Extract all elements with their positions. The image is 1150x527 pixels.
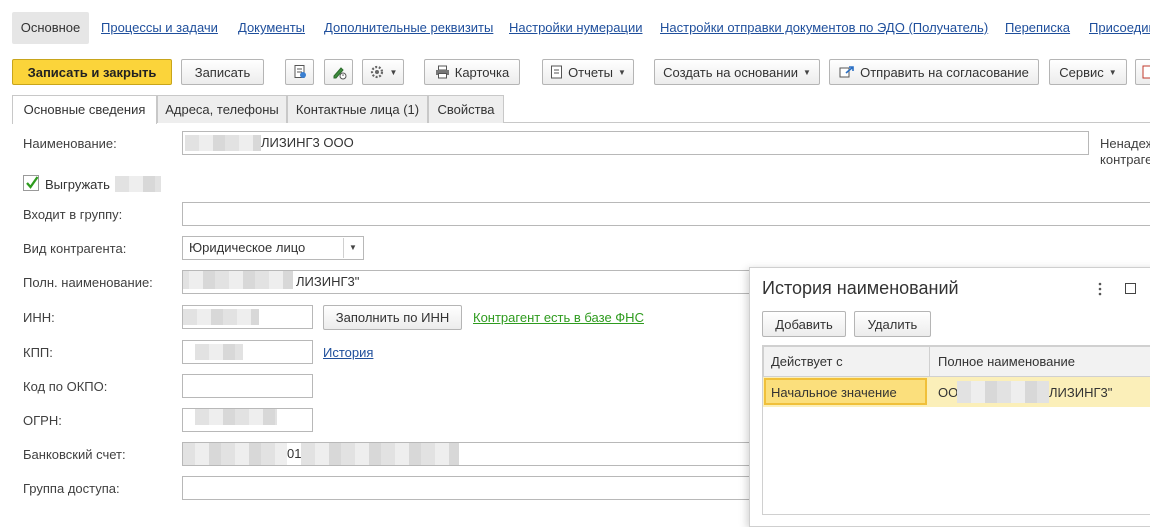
select-divider bbox=[343, 238, 344, 258]
inn-label: ИНН: bbox=[23, 310, 55, 328]
send-for-approval-label: Отправить на согласование bbox=[860, 65, 1029, 80]
fill-by-inn-button[interactable]: Заполнить по ИНН bbox=[323, 305, 462, 330]
service-label: Сервис bbox=[1059, 65, 1104, 80]
chevron-down-icon[interactable]: ▼ bbox=[349, 237, 357, 259]
redacted-area bbox=[957, 381, 1049, 403]
bank-account-label: Банковский счет: bbox=[23, 447, 126, 465]
redacted-area bbox=[182, 270, 293, 289]
save-and-close-button[interactable]: Записать и закрыть bbox=[12, 59, 172, 85]
tab-properties[interactable]: Свойства bbox=[428, 95, 504, 123]
card-label: Карточка bbox=[455, 65, 509, 80]
redacted-area bbox=[182, 442, 287, 466]
okpo-label: Код по ОКПО: bbox=[23, 379, 107, 397]
tab-main-info[interactable]: Основные сведения bbox=[12, 95, 157, 124]
send-arrow-icon bbox=[839, 65, 855, 79]
inn-field[interactable] bbox=[182, 305, 313, 329]
group-label: Входит в группу: bbox=[23, 207, 122, 225]
group-field[interactable] bbox=[182, 202, 1150, 226]
redacted-area bbox=[195, 409, 277, 425]
chevron-down-icon: ▼ bbox=[618, 68, 626, 77]
unreliable-note-line1: Ненадеж bbox=[1100, 136, 1150, 151]
fill-by-inn-label: Заполнить по ИНН bbox=[336, 310, 449, 325]
chevron-down-icon: ▼ bbox=[803, 68, 811, 77]
nav-link-edo-settings[interactable]: Настройки отправки документов по ЭДО (По… bbox=[660, 20, 988, 38]
gear-icon bbox=[369, 64, 385, 80]
export-checkbox[interactable] bbox=[23, 175, 39, 191]
maximize-icon[interactable] bbox=[1125, 283, 1136, 294]
report-icon bbox=[550, 65, 563, 79]
edit-history-button[interactable] bbox=[324, 59, 353, 85]
popup-title: История наименований bbox=[762, 278, 959, 299]
full-name-label: Полн. наименование: bbox=[23, 275, 153, 293]
kpp-field[interactable] bbox=[182, 340, 313, 364]
add-label: Добавить bbox=[775, 317, 832, 332]
reports-button[interactable]: Отчеты ▼ bbox=[542, 59, 634, 85]
history-link[interactable]: История bbox=[323, 345, 373, 360]
red-document-icon bbox=[1142, 65, 1150, 79]
ogrn-label: ОГРН: bbox=[23, 413, 62, 431]
name-value: ЛИЗИНГ3 ООО bbox=[261, 132, 354, 154]
card-button[interactable]: Карточка bbox=[424, 59, 520, 85]
redacted-area bbox=[185, 135, 261, 151]
row-full-name-suffix: ЛИЗИНГ3" bbox=[1049, 385, 1112, 400]
redacted-area bbox=[115, 176, 161, 192]
bank-account-fragment: 01 bbox=[287, 443, 301, 465]
row-full-name-prefix: ОО bbox=[938, 385, 958, 400]
name-field[interactable]: ЛИЗИНГ3 ООО bbox=[182, 131, 1089, 155]
save-and-close-label: Записать и закрыть bbox=[28, 65, 157, 80]
settings-menu-button[interactable]: ▼ bbox=[362, 59, 404, 85]
redacted-area bbox=[183, 309, 259, 325]
nav-link-additional-props[interactable]: Дополнительные реквизиты bbox=[324, 20, 493, 38]
delete-button[interactable]: Удалить bbox=[854, 311, 931, 337]
redacted-area bbox=[195, 344, 243, 360]
reports-label: Отчеты bbox=[568, 65, 613, 80]
pencil-clock-icon bbox=[331, 64, 347, 80]
counterparty-type-label: Вид контрагента: bbox=[23, 241, 126, 259]
send-for-approval-button[interactable]: Отправить на согласование bbox=[829, 59, 1039, 85]
delete-label: Удалить bbox=[868, 317, 918, 332]
nav-link-documents[interactable]: Документы bbox=[238, 20, 305, 38]
add-button[interactable]: Добавить bbox=[762, 311, 846, 337]
full-name-value: ЛИЗИНГ3" bbox=[296, 271, 359, 293]
column-header-from[interactable]: Действует с bbox=[771, 354, 843, 369]
name-label: Наименование: bbox=[23, 136, 117, 154]
ogrn-field[interactable] bbox=[182, 408, 313, 432]
save-label: Записать bbox=[195, 65, 251, 80]
service-button[interactable]: Сервис ▼ bbox=[1049, 59, 1127, 85]
unreliable-note-line2: контраге bbox=[1100, 152, 1150, 167]
document-scan-icon bbox=[292, 64, 308, 80]
create-based-on-button[interactable]: Создать на основании ▼ bbox=[654, 59, 820, 85]
nav-link-numbering[interactable]: Настройки нумерации bbox=[509, 20, 643, 38]
chevron-down-icon: ▼ bbox=[390, 68, 398, 77]
kpp-label: КПП: bbox=[23, 345, 53, 363]
tab-contact-persons[interactable]: Контактные лица (1) bbox=[287, 95, 428, 123]
export-label: Выгружать bbox=[45, 177, 110, 192]
access-group-label: Группа доступа: bbox=[23, 481, 120, 499]
chevron-down-icon: ▼ bbox=[1109, 68, 1117, 77]
nav-link-correspondence[interactable]: Переписка bbox=[1005, 20, 1070, 38]
counterparty-type-value: Юридическое лицо bbox=[189, 237, 305, 259]
row-from-value: Начальное значение bbox=[771, 385, 897, 400]
create-based-on-label: Создать на основании bbox=[663, 65, 798, 80]
nav-tab-main[interactable]: Основное bbox=[12, 12, 89, 44]
nav-link-processes[interactable]: Процессы и задачи bbox=[101, 20, 218, 38]
counterparty-type-select[interactable]: Юридическое лицо ▼ bbox=[182, 236, 364, 260]
redacted-area bbox=[301, 442, 459, 466]
okpo-field[interactable] bbox=[182, 374, 313, 398]
extra-toolbar-button[interactable] bbox=[1135, 59, 1150, 85]
printer-icon bbox=[435, 65, 450, 79]
more-options-icon[interactable] bbox=[1093, 280, 1107, 298]
tab-addresses-phones[interactable]: Адреса, телефоны bbox=[157, 95, 287, 123]
document-scan-button[interactable] bbox=[285, 59, 314, 85]
fns-database-link[interactable]: Контрагент есть в базе ФНС bbox=[473, 310, 644, 325]
save-button[interactable]: Записать bbox=[181, 59, 264, 85]
nav-link-attach[interactable]: Присоедин bbox=[1089, 20, 1150, 38]
checkmark-icon bbox=[25, 175, 39, 190]
column-divider bbox=[929, 346, 930, 377]
column-header-full-name[interactable]: Полное наименование bbox=[938, 354, 1075, 369]
